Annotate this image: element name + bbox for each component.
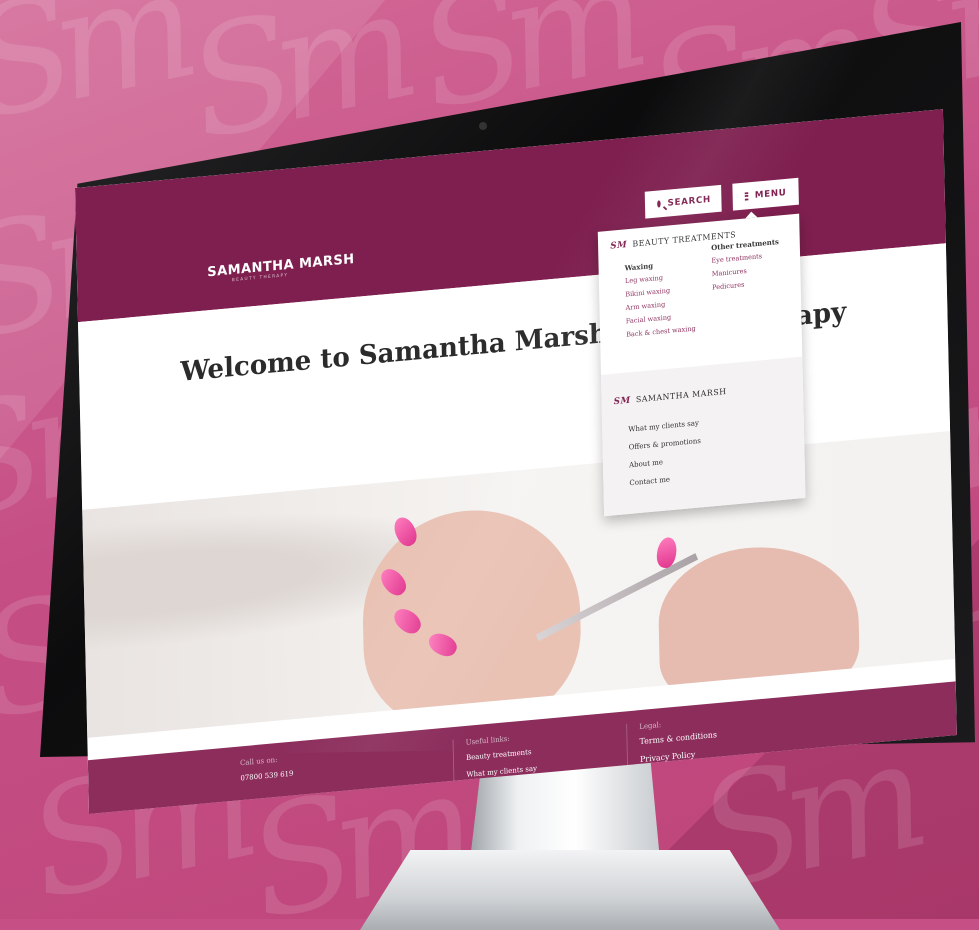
menu-item[interactable]: About me	[629, 454, 701, 470]
dropdown-other-column: Other treatments Eye treatments Manicure…	[711, 237, 780, 296]
dropdown-brand-links: What my clients say Offers & promotions …	[628, 418, 702, 496]
sm-monogram-icon: SM	[613, 395, 631, 407]
webcam	[479, 122, 487, 130]
menu-item[interactable]: What my clients say	[628, 418, 700, 434]
dropdown-brand-heading: SM SAMANTHA MARSH	[613, 387, 727, 407]
menu-dropdown: SM BEAUTY TREATMENTS Waxing Leg waxing B…	[597, 211, 806, 517]
menu-item[interactable]: Offers & promotions	[629, 436, 701, 452]
menu-label: MENU	[754, 187, 787, 201]
footer-link[interactable]: Beauty treatments	[466, 747, 537, 762]
menu-icon	[744, 191, 748, 201]
search-label: SEARCH	[667, 194, 712, 209]
dropdown-treatments-section: SM BEAUTY TREATMENTS Waxing Leg waxing B…	[598, 214, 803, 375]
search-icon	[657, 200, 661, 208]
menu-button[interactable]: MENU	[732, 177, 799, 211]
footer-useful-label: Useful links:	[465, 734, 510, 747]
sm-monogram-icon: SM	[610, 239, 628, 252]
monitor-screen: SAMANTHA MARSH BEAUTY THERAPY SEARCH MEN…	[75, 109, 957, 814]
menu-item[interactable]: Contact me	[629, 472, 701, 488]
search-button[interactable]: SEARCH	[644, 184, 722, 219]
dropdown-waxing-column: Waxing Leg waxing Bikini waxing Arm waxi…	[625, 257, 696, 343]
dropdown-brand-section: SM SAMANTHA MARSH What my clients say Of…	[600, 356, 806, 517]
footer-link[interactable]: Terms & conditions	[640, 731, 717, 747]
footer-call-label: Call us on:	[239, 755, 278, 768]
footer-legal-label: Legal:	[639, 720, 662, 731]
footer-contact: Call us on: 07800 539 619	[240, 754, 294, 791]
menu-item[interactable]: Pedicures	[712, 276, 780, 292]
monitor-stand-base	[360, 850, 780, 930]
menu-item[interactable]: Back & chest waxing	[626, 323, 696, 339]
footer-phone[interactable]: 07800 539 619	[240, 769, 293, 782]
